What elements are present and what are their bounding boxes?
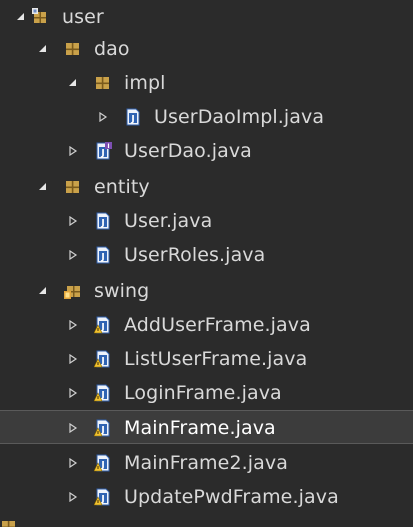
project-package-icon	[64, 282, 82, 300]
svg-text:J: J	[100, 253, 104, 263]
package-explorer-tree: user dao impl J UserDaoImpl.java J I Use…	[0, 0, 413, 527]
tree-item-label: User.java	[124, 210, 213, 232]
collapsed-arrow-icon[interactable]	[66, 134, 80, 168]
tree-item-label: MainFrame2.java	[124, 452, 288, 474]
expanded-arrow-icon[interactable]	[66, 66, 80, 100]
java-class-file-icon: J	[94, 246, 112, 264]
tree-item-label: UpdatePwdFrame.java	[124, 486, 339, 508]
tree-item-label: entity	[94, 176, 150, 198]
tree-item-adduserframe-java[interactable]: J AddUserFrame.java	[0, 308, 413, 342]
tree-item-label: AddUserFrame.java	[124, 314, 311, 336]
tree-item-listuserframe-java[interactable]: J ListUserFrame.java	[0, 342, 413, 376]
tree-item-dao[interactable]: dao	[0, 32, 413, 66]
collapsed-arrow-icon[interactable]	[66, 204, 80, 238]
svg-text:J: J	[130, 115, 134, 125]
java-class-file-warning-icon: J	[94, 488, 112, 506]
collapsed-arrow-icon[interactable]	[96, 100, 110, 134]
tree-item-userroles-java[interactable]: J UserRoles.java	[0, 238, 413, 272]
tree-item-label: UserRoles.java	[124, 244, 266, 266]
java-interface-file-icon: J I	[94, 142, 112, 160]
tree-item-label: UserDaoImpl.java	[154, 106, 325, 128]
java-class-file-warning-icon: J	[94, 419, 112, 437]
tree-item-entity[interactable]: entity	[0, 170, 413, 204]
tree-item-mainframe-java[interactable]: J MainFrame.java	[0, 410, 413, 444]
package-icon	[0, 518, 18, 527]
tree-item-user-java[interactable]: J User.java	[0, 204, 413, 238]
collapsed-arrow-icon[interactable]	[66, 480, 80, 514]
expanded-arrow-icon[interactable]	[36, 274, 50, 308]
tree-item-label: LoginFrame.java	[124, 382, 282, 404]
collapsed-arrow-icon[interactable]	[66, 411, 80, 445]
tree-item-label: user	[62, 6, 104, 28]
package-icon	[64, 178, 82, 196]
tree-item-label: swing	[94, 280, 150, 302]
tree-item-loginframe-java[interactable]: J LoginFrame.java	[0, 376, 413, 410]
tree-item-label: impl	[124, 72, 166, 94]
package-icon	[94, 74, 112, 92]
tree-item-mainframe2-java[interactable]: J MainFrame2.java	[0, 446, 413, 480]
tree-item-label: ListUserFrame.java	[124, 348, 308, 370]
java-class-file-icon: J	[94, 212, 112, 230]
tree-item-label: MainFrame.java	[124, 417, 276, 439]
svg-text:J: J	[100, 219, 104, 229]
tree-item-partial	[0, 516, 413, 527]
java-class-file-warning-icon: J	[94, 316, 112, 334]
java-class-file-warning-icon: J	[94, 350, 112, 368]
tree-item-userdaoimpl-java[interactable]: J UserDaoImpl.java	[0, 100, 413, 134]
java-class-file-warning-icon: J	[94, 454, 112, 472]
project-package-icon	[32, 8, 50, 26]
tree-item-userdao-java[interactable]: J I UserDao.java	[0, 134, 413, 168]
java-class-file-icon: J	[124, 108, 142, 126]
java-class-file-warning-icon: J	[94, 384, 112, 402]
collapsed-arrow-icon[interactable]	[66, 308, 80, 342]
expanded-arrow-icon[interactable]	[14, 0, 28, 34]
tree-item-swing[interactable]: swing	[0, 274, 413, 308]
svg-text:I: I	[107, 143, 109, 150]
tree-item-label: dao	[94, 38, 130, 60]
svg-text:J: J	[100, 149, 104, 159]
tree-item-updatepwdframe-java[interactable]: J UpdatePwdFrame.java	[0, 480, 413, 514]
expanded-arrow-icon[interactable]	[36, 32, 50, 66]
tree-item-user[interactable]: user	[0, 0, 413, 34]
package-icon	[64, 40, 82, 58]
tree-item-label: UserDao.java	[124, 140, 252, 162]
collapsed-arrow-icon[interactable]	[66, 342, 80, 376]
expanded-arrow-icon[interactable]	[36, 170, 50, 204]
collapsed-arrow-icon[interactable]	[66, 376, 80, 410]
collapsed-arrow-icon[interactable]	[66, 238, 80, 272]
tree-item-impl[interactable]: impl	[0, 66, 413, 100]
collapsed-arrow-icon[interactable]	[66, 446, 80, 480]
